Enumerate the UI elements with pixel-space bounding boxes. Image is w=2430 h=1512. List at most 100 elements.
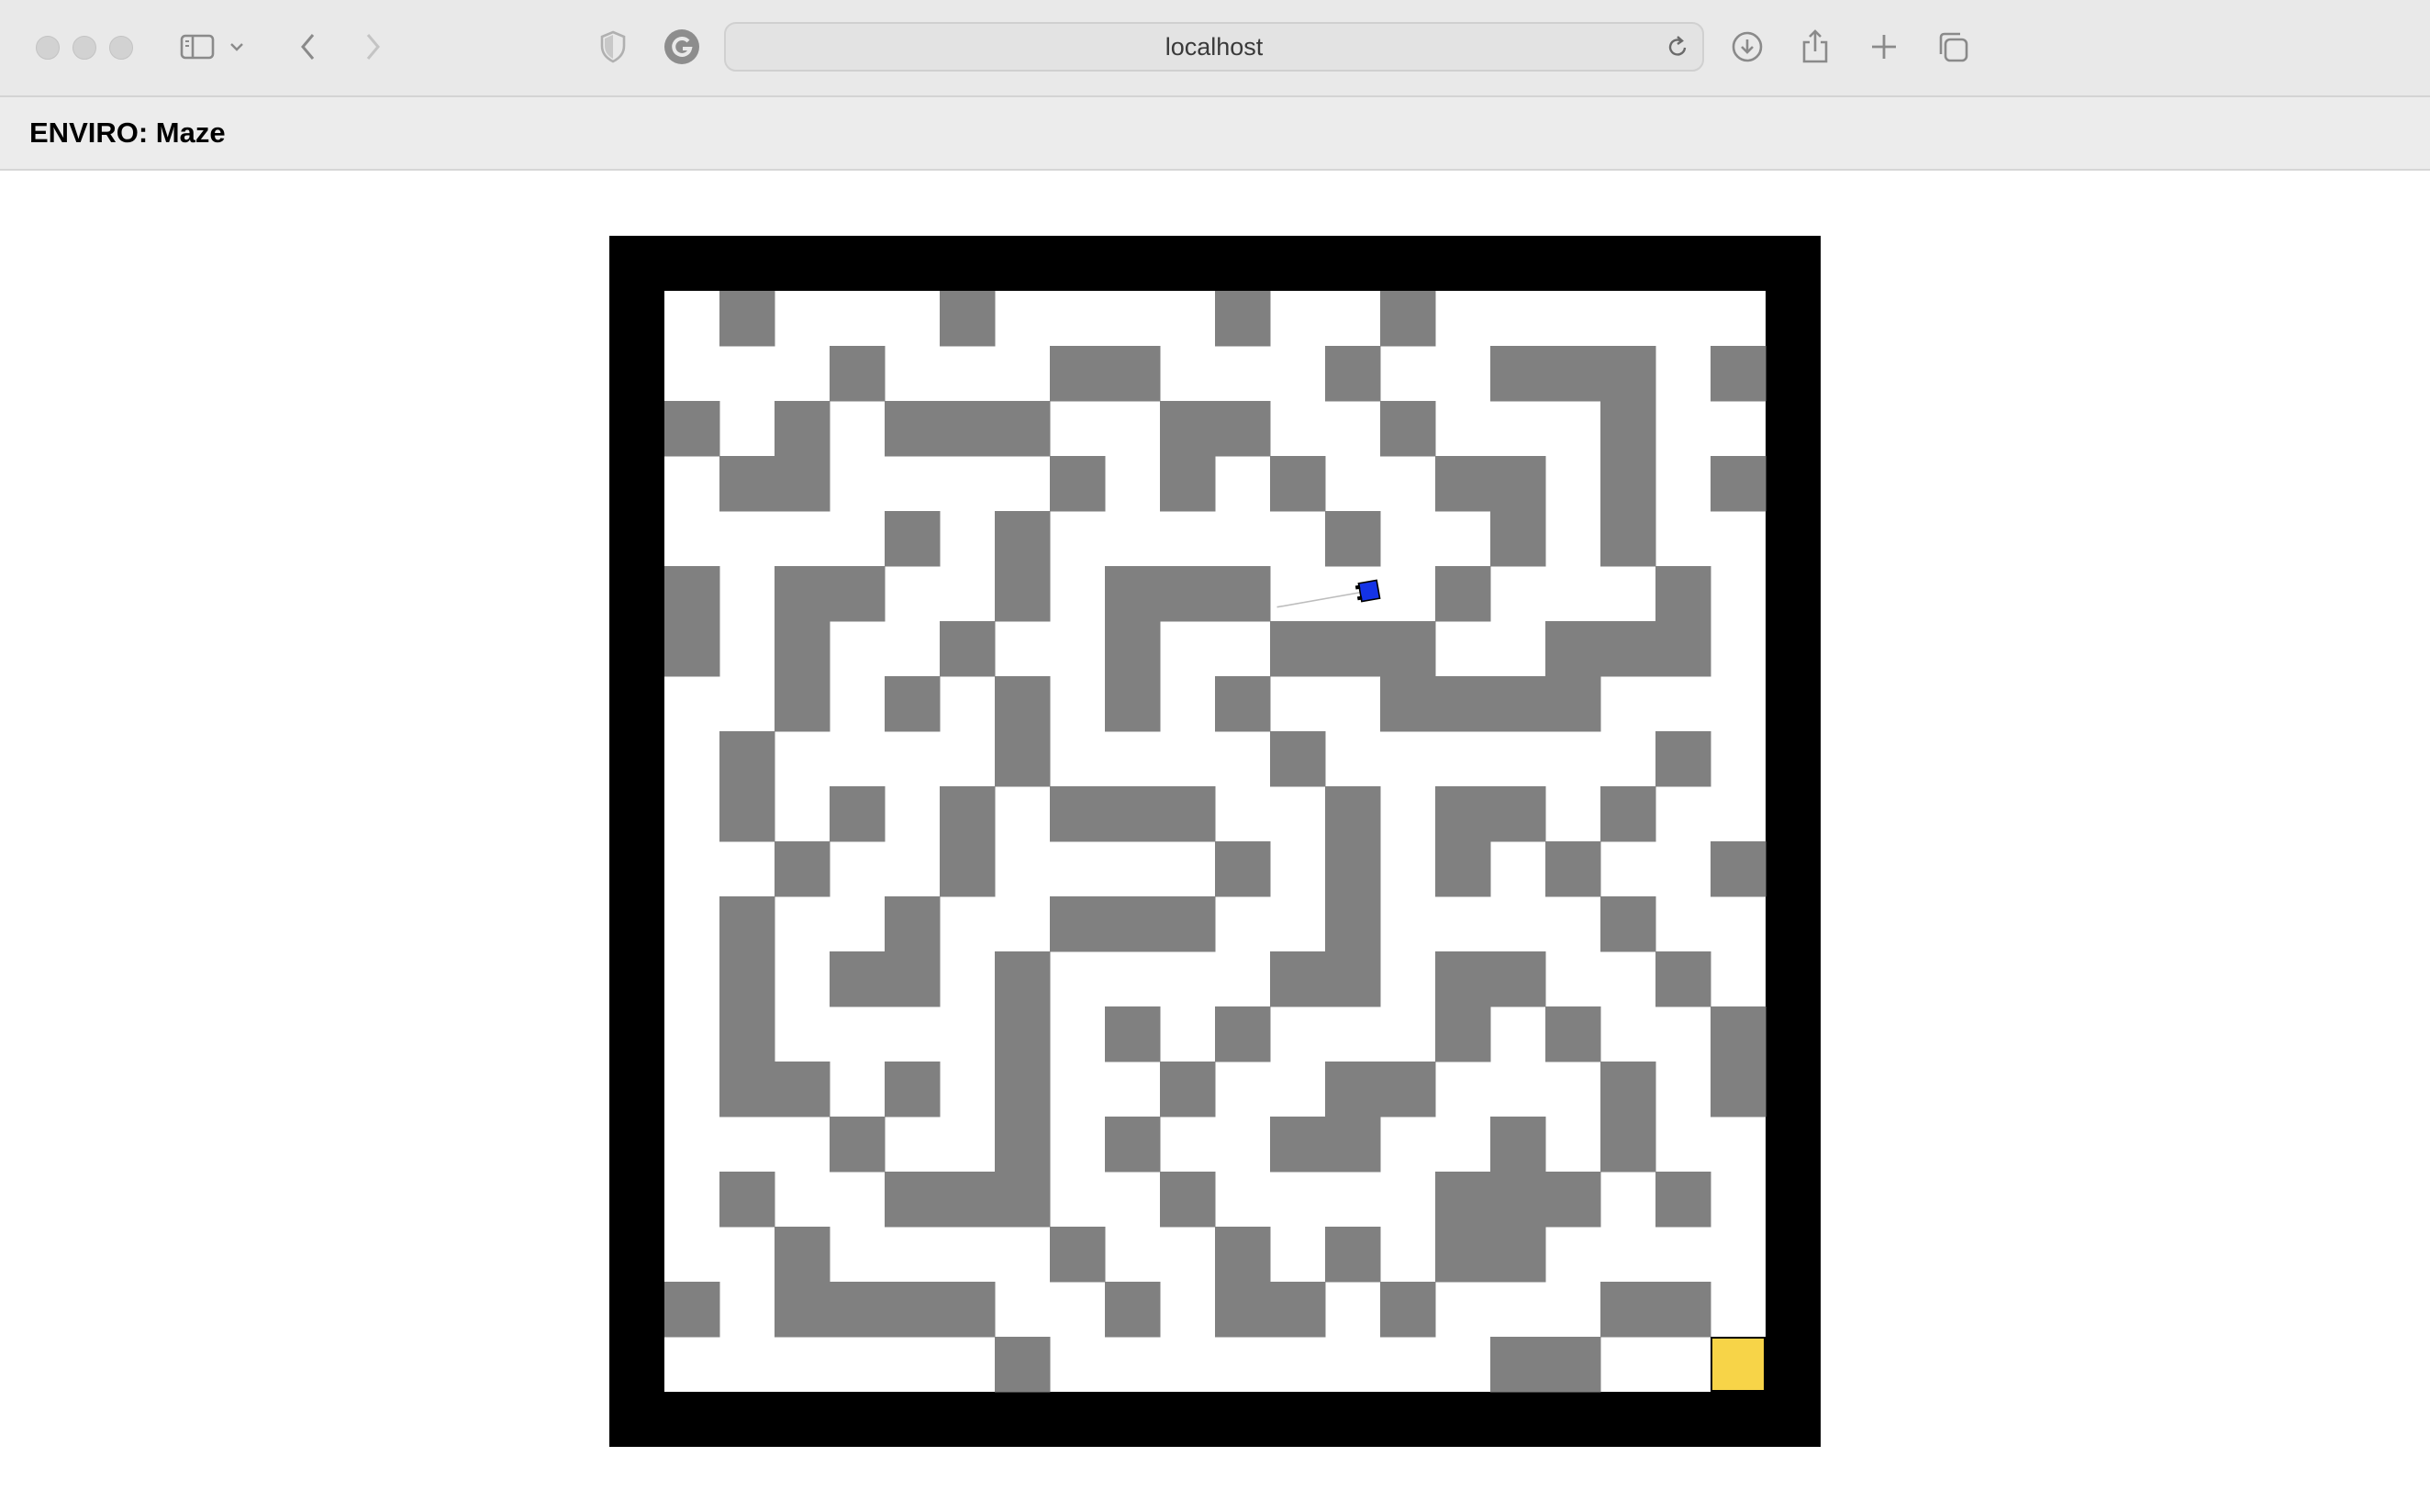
maze-wall-cell xyxy=(664,1282,720,1338)
maze-wall-cell xyxy=(775,1282,830,1338)
tabs-icon[interactable] xyxy=(1930,24,1976,70)
maze-wall-cell xyxy=(940,786,996,842)
maze-wall-cell xyxy=(1270,456,1326,512)
chevron-down-icon[interactable] xyxy=(223,24,251,70)
maze-wall-cell xyxy=(1545,676,1601,732)
maze-wall-cell xyxy=(1600,401,1656,457)
maze-wall-cell xyxy=(719,1006,775,1062)
maze-wall-cell xyxy=(1105,566,1161,622)
maze-wall-cell xyxy=(1600,1282,1656,1338)
share-icon[interactable] xyxy=(1792,24,1838,70)
maze-wall-cell xyxy=(1711,456,1767,512)
window-minimize-button[interactable] xyxy=(72,36,96,60)
maze-wall-cell xyxy=(1325,346,1381,402)
address-text[interactable]: localhost xyxy=(726,24,1702,70)
maze-wall-cell xyxy=(719,1062,775,1117)
maze-wall-cell xyxy=(1270,731,1326,787)
maze-wall-cell xyxy=(995,1006,1051,1062)
maze-wall-cell xyxy=(995,1117,1051,1173)
goal-cell xyxy=(1711,1337,1766,1392)
maze-wall-cell xyxy=(1545,621,1601,677)
maze-wall-cell xyxy=(1215,401,1271,457)
window-close-button[interactable] xyxy=(36,36,60,60)
maze-wall-cell xyxy=(1325,896,1381,952)
maze-wall-cell xyxy=(1105,621,1161,677)
maze-wall-cell xyxy=(1270,621,1326,677)
maze-wall-cell xyxy=(1600,786,1656,842)
maze-wall-cell xyxy=(775,1062,830,1117)
maze-wall-cell xyxy=(830,951,886,1007)
maze-wall-cell xyxy=(1490,1172,1546,1228)
back-icon[interactable] xyxy=(285,24,331,70)
maze-wall-cell xyxy=(995,401,1051,457)
maze-wall-cell xyxy=(719,786,775,842)
window-zoom-button[interactable] xyxy=(109,36,133,60)
maze-wall-cell xyxy=(1270,1282,1326,1338)
maze-wall-cell xyxy=(1435,456,1491,512)
maze-wall-cell xyxy=(775,1227,830,1283)
maze-wall-cell xyxy=(1105,786,1161,842)
maze-wall-cell xyxy=(775,456,830,512)
maze-wall-cell xyxy=(1435,1172,1491,1228)
maze-board[interactable] xyxy=(609,236,1821,1447)
extension-icon[interactable] xyxy=(659,24,705,70)
shield-icon[interactable] xyxy=(590,24,636,70)
maze-wall-cell xyxy=(1490,786,1546,842)
maze-wall-cell xyxy=(1545,1172,1601,1228)
maze-wall-cell xyxy=(830,566,886,622)
maze-wall-cell xyxy=(1490,1337,1546,1393)
maze-wall-cell xyxy=(664,401,720,457)
maze-wall-cell xyxy=(830,1117,886,1173)
maze-wall-cell xyxy=(1105,1117,1161,1173)
maze-wall-cell xyxy=(775,401,830,457)
maze-wall-cell xyxy=(1435,951,1491,1007)
maze-wall-cell xyxy=(1160,566,1216,622)
forward-icon[interactable] xyxy=(350,24,396,70)
maze-wall-cell xyxy=(940,621,996,677)
maze-wall-cell xyxy=(885,896,941,952)
maze-wall-cell xyxy=(1160,401,1216,457)
browser-toolbar: localhost xyxy=(0,0,2430,97)
maze-wall-cell xyxy=(1711,1006,1767,1062)
maze-wall-cell xyxy=(1545,346,1601,402)
maze-wall-cell xyxy=(1105,1282,1161,1338)
maze-wall-cell xyxy=(1325,511,1381,567)
maze-wall-cell xyxy=(885,1172,941,1228)
maze-wall-cell xyxy=(1160,786,1216,842)
maze-wall-cell xyxy=(1050,1227,1106,1283)
reload-icon[interactable] xyxy=(1664,33,1691,65)
maze-wall-cell xyxy=(1160,1172,1216,1228)
maze-wall-cell xyxy=(719,731,775,787)
maze-wall-cell xyxy=(885,1062,941,1117)
address-bar[interactable]: localhost xyxy=(724,22,1704,72)
maze-wall-cell xyxy=(1600,1062,1656,1117)
maze-wall-cell xyxy=(995,676,1051,732)
maze-wall-cell xyxy=(1270,1117,1326,1173)
maze-wall-cell xyxy=(1325,786,1381,842)
maze-wall-cell xyxy=(1490,511,1546,567)
maze-wall-cell xyxy=(1380,1282,1436,1338)
sidebar-icon[interactable] xyxy=(174,24,220,70)
maze-wall-cell xyxy=(1600,1117,1656,1173)
maze-wall-cell xyxy=(1600,896,1656,952)
maze-wall-cell xyxy=(1490,456,1546,512)
maze-wall-cell xyxy=(1490,676,1546,732)
download-icon[interactable] xyxy=(1724,24,1770,70)
maze-wall-cell xyxy=(1600,456,1656,512)
maze-wall-cell xyxy=(995,511,1051,567)
maze-wall-cell xyxy=(1435,786,1491,842)
maze-wall-cell xyxy=(995,731,1051,787)
maze-wall-cell xyxy=(830,346,886,402)
maze-wall-cell xyxy=(1380,401,1436,457)
maze-wall-cell xyxy=(995,1172,1051,1228)
maze-wall-cell xyxy=(940,1282,996,1338)
maze-wall-cell xyxy=(1215,841,1271,897)
maze-wall-cell xyxy=(1215,1282,1271,1338)
maze-wall-cell xyxy=(1655,731,1711,787)
new-tab-icon[interactable] xyxy=(1861,24,1907,70)
maze-wall-cell xyxy=(1050,346,1106,402)
maze-wall-cell xyxy=(1050,786,1106,842)
maze-wall-cell xyxy=(1325,1227,1381,1283)
maze-wall-cell xyxy=(995,566,1051,622)
maze-wall-cell xyxy=(1105,676,1161,732)
